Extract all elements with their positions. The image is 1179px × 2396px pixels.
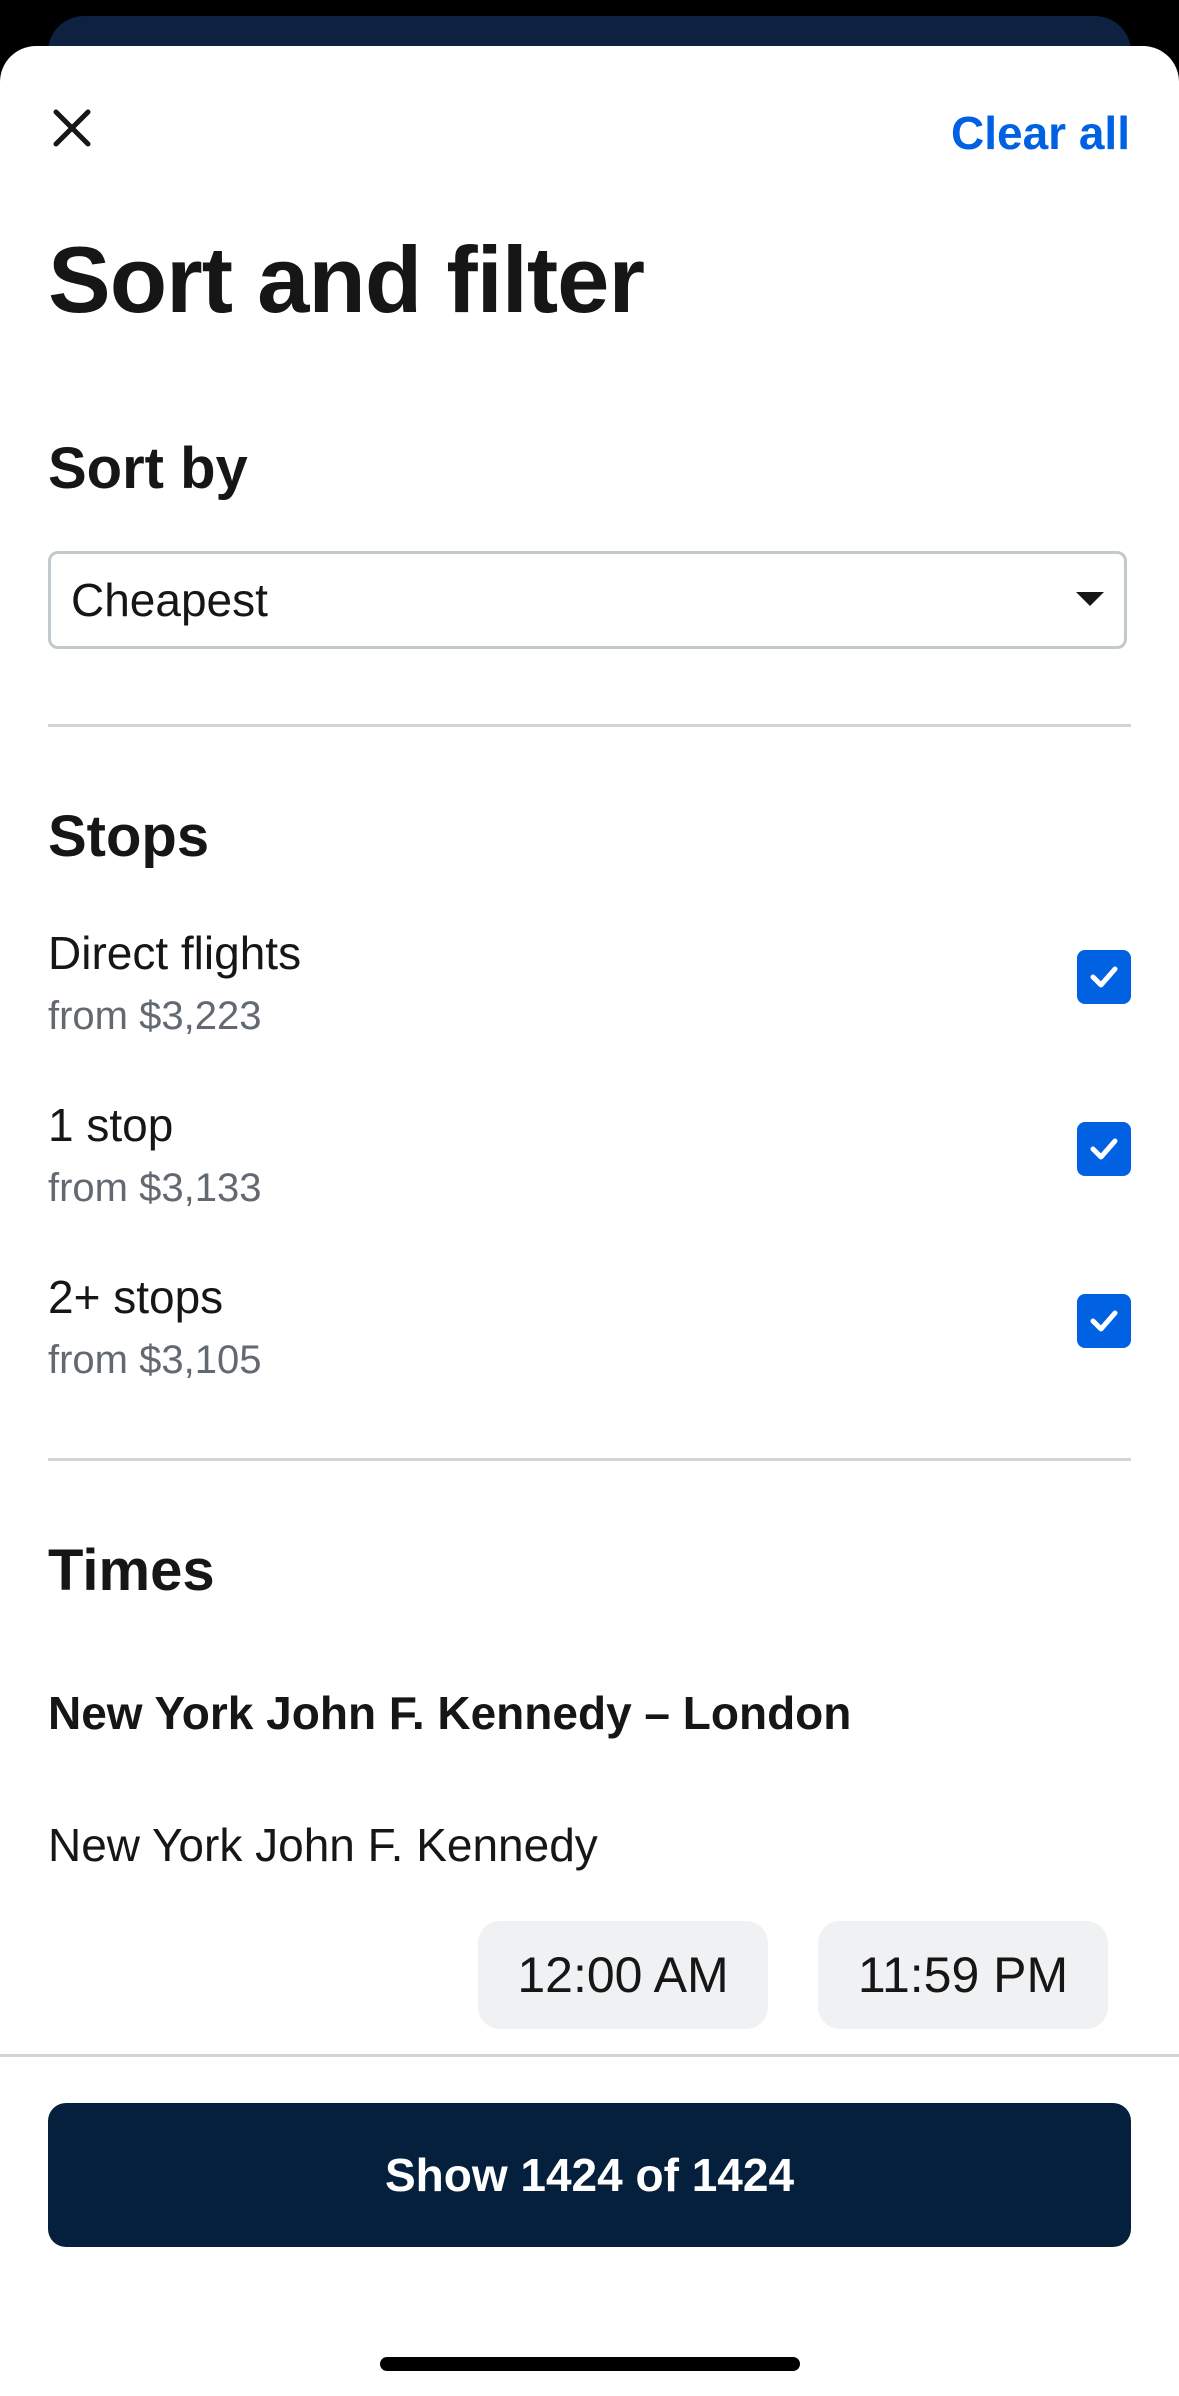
origin-airport-label: New York John F. Kennedy [48,1819,598,1871]
close-icon [53,109,91,147]
direct-flights-checkbox[interactable] [1077,950,1131,1004]
stop-option-label: Direct flights [48,927,302,979]
checkmark-icon [1090,966,1118,988]
checkmark-icon [1090,1138,1118,1160]
one-stop-checkbox[interactable] [1077,1122,1131,1176]
stop-option-label: 1 stop [48,1099,174,1151]
stop-option-price: from $3,105 [48,1338,262,1382]
start-time-chip[interactable]: 12:00 AM [478,1921,768,2029]
sort-by-select[interactable]: Cheapest [48,551,1127,649]
stop-option-price: from $3,223 [48,994,262,1038]
stop-option-direct[interactable]: Direct flights from $3,223 [48,926,1131,1076]
stop-option-2-plus-stops[interactable]: 2+ stops from $3,105 [48,1270,1131,1420]
checkmark-icon [1090,1310,1118,1332]
two-plus-stops-checkbox[interactable] [1077,1294,1131,1348]
footer: Show 1424 of 1424 [0,2054,1179,2396]
sort-by-heading: Sort by [48,436,248,501]
stop-option-1-stop[interactable]: 1 stop from $3,133 [48,1098,1131,1248]
clear-all-button[interactable]: Clear all [951,106,1130,160]
stops-heading: Stops [48,804,210,869]
chevron-down-icon [1076,592,1104,606]
divider [48,724,1131,727]
stop-option-label: 2+ stops [48,1271,224,1323]
close-button[interactable] [44,100,100,156]
end-time-chip[interactable]: 11:59 PM [818,1921,1108,2029]
page-title: Sort and filter [48,227,645,332]
stop-option-price: from $3,133 [48,1166,262,1210]
show-results-button[interactable]: Show 1424 of 1424 [48,2103,1131,2247]
home-indicator [380,2357,800,2371]
sort-by-value: Cheapest [71,574,268,626]
route-title: New York John F. Kennedy – London [48,1687,852,1739]
divider [48,1458,1131,1461]
times-heading: Times [48,1538,215,1603]
